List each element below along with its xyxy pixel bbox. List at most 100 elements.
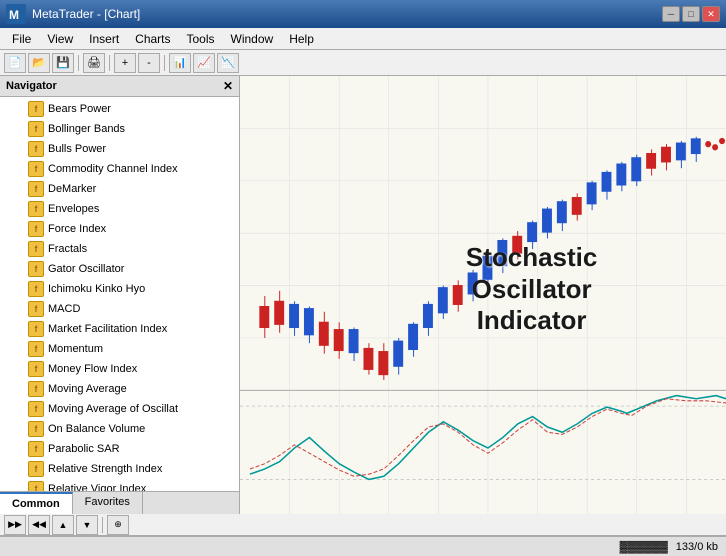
tb2-btn4[interactable]: ▼	[76, 515, 98, 535]
menu-view[interactable]: View	[39, 30, 81, 48]
indicator-label: Market Facilitation Index	[48, 323, 167, 335]
indicator-label: Money Flow Index	[48, 363, 137, 375]
nav-indicator-item[interactable]: fMomentum	[0, 339, 239, 359]
menu-charts[interactable]: Charts	[127, 30, 178, 48]
nav-indicator-item[interactable]: fGator Oscillator	[0, 259, 239, 279]
indicator-icon: f	[28, 421, 44, 437]
indicator-label: Force Index	[48, 223, 106, 235]
nav-indicator-item[interactable]: f Bollinger Bands	[0, 119, 239, 139]
minimize-button[interactable]: ─	[662, 6, 680, 22]
chart-btn3[interactable]: 📉	[217, 53, 239, 73]
sep4	[102, 517, 103, 533]
indicator-label: Moving Average	[48, 383, 127, 395]
menu-bar: File View Insert Charts Tools Window Hel…	[0, 28, 726, 50]
svg-text:M: M	[9, 8, 19, 22]
nav-indicator-item[interactable]: fOn Balance Volume	[0, 419, 239, 439]
nav-indicator-item[interactable]: fParabolic SAR	[0, 439, 239, 459]
chart-btn1[interactable]: 📊	[169, 53, 191, 73]
indicator-list[interactable]: f Bears Power f Bollinger Bands fBulls Power…	[0, 97, 239, 491]
navigator-panel: Navigator ✕ f Bears Power f Bollinger Bands…	[0, 76, 240, 514]
indicator-icon: f	[28, 181, 44, 197]
indicator-icon: f	[28, 361, 44, 377]
indicator-label: Fractals	[48, 243, 87, 255]
indicator-icon: f	[28, 161, 44, 177]
chart-btn2[interactable]: 📈	[193, 53, 215, 73]
nav-indicator-item[interactable]: f Fractals	[0, 239, 239, 259]
navigator-header: Navigator ✕	[0, 76, 239, 97]
nav-indicator-item[interactable]: f Force Index	[0, 219, 239, 239]
menu-file[interactable]: File	[4, 30, 39, 48]
nav-indicator-item[interactable]: f Money Flow Index	[0, 359, 239, 379]
indicator-icon: f	[28, 241, 44, 257]
indicator-icon: f	[28, 481, 44, 491]
app-icon: M	[6, 4, 26, 24]
indicator-icon: f	[28, 201, 44, 217]
sep2	[109, 55, 110, 71]
nav-indicator-item[interactable]: f Moving Average	[0, 379, 239, 399]
indicator-label: Gator Oscillator	[48, 263, 124, 275]
nav-indicator-item[interactable]: f Ichimoku Kinko Hyo	[0, 279, 239, 299]
indicator-icon: f	[28, 221, 44, 237]
menu-help[interactable]: Help	[281, 30, 322, 48]
indicator-icon: f	[28, 381, 44, 397]
nav-indicator-item[interactable]: f DeMarker	[0, 179, 239, 199]
indicator-label: Envelopes	[48, 203, 99, 215]
indicator-label: Moving Average of Oscillat	[48, 403, 178, 415]
nav-indicator-item[interactable]: f MACD	[0, 299, 239, 319]
zoom-in-btn[interactable]: +	[114, 53, 136, 73]
indicator-icon: f	[28, 341, 44, 357]
indicator-label: Relative Vigor Index	[48, 483, 146, 491]
indicator-icon: f	[28, 321, 44, 337]
tb2-btn1[interactable]: ▶▶	[4, 515, 26, 535]
indicator-label: Relative Strength Index	[48, 463, 162, 475]
navigator-close[interactable]: ✕	[223, 79, 233, 93]
nav-indicator-item[interactable]: f Relative Strength Index	[0, 459, 239, 479]
navigator-title: Navigator	[6, 80, 57, 92]
print-btn[interactable]: 🖨	[83, 53, 105, 73]
nav-indicator-item[interactable]: f Bears Power	[0, 99, 239, 119]
maximize-button[interactable]: □	[682, 6, 700, 22]
zoom-out-btn[interactable]: -	[138, 53, 160, 73]
save-btn[interactable]: 💾	[52, 53, 74, 73]
tab-favorites[interactable]: Favorites	[73, 492, 143, 514]
sep3	[164, 55, 165, 71]
nav-indicator-item[interactable]: f Market Facilitation Index	[0, 319, 239, 339]
indicator-icon: f	[28, 121, 44, 137]
tb2-btn3[interactable]: ▲	[52, 515, 74, 535]
indicator-label: Ichimoku Kinko Hyo	[48, 283, 145, 295]
nav-indicator-item[interactable]: f Commodity Channel Index	[0, 159, 239, 179]
tb2-btn2[interactable]: ◀◀	[28, 515, 50, 535]
indicator-label: Bollinger Bands	[48, 123, 125, 135]
new-btn[interactable]: 📄	[4, 53, 26, 73]
indicator-label: Bears Power	[48, 103, 111, 115]
window-title: MetaTrader - [Chart]	[32, 7, 662, 21]
toolbar2: ▶▶ ◀◀ ▲ ▼ ⊕	[0, 514, 726, 536]
menu-window[interactable]: Window	[223, 30, 282, 48]
sep1	[78, 55, 79, 71]
menu-insert[interactable]: Insert	[81, 30, 127, 48]
status-size: 133/0 kb	[676, 541, 718, 553]
nav-indicator-item[interactable]: f Envelopes	[0, 199, 239, 219]
indicator-icon: f	[28, 301, 44, 317]
nav-indicator-item[interactable]: f Relative Vigor Index	[0, 479, 239, 491]
open-btn[interactable]: 📂	[28, 53, 50, 73]
status-bar: ▓▓▓▓▓▓ 133/0 kb	[0, 536, 726, 556]
indicator-label: DeMarker	[48, 183, 96, 195]
nav-indicator-item[interactable]: f Moving Average of Oscillat	[0, 399, 239, 419]
menu-tools[interactable]: Tools	[179, 30, 223, 48]
indicator-icon: f	[28, 101, 44, 117]
tb2-btn5[interactable]: ⊕	[107, 515, 129, 535]
indicator-icon: f	[28, 401, 44, 417]
title-bar: M MetaTrader - [Chart] ─ □ ✕	[0, 0, 726, 28]
nav-indicator-item[interactable]: fBulls Power	[0, 139, 239, 159]
indicator-label: MACD	[48, 303, 80, 315]
indicator-icon: f	[28, 461, 44, 477]
indicator-label: Commodity Channel Index	[48, 163, 178, 175]
chart-area[interactable]: Stochastic Oscillator Indicator	[240, 76, 726, 514]
main-area: Navigator ✕ f Bears Power f Bollinger Bands…	[0, 76, 726, 514]
close-button[interactable]: ✕	[702, 6, 720, 22]
indicator-icon: f	[28, 281, 44, 297]
indicator-icon: f	[28, 441, 44, 457]
indicator-icon: f	[28, 141, 44, 157]
tab-common[interactable]: Common	[0, 492, 73, 514]
